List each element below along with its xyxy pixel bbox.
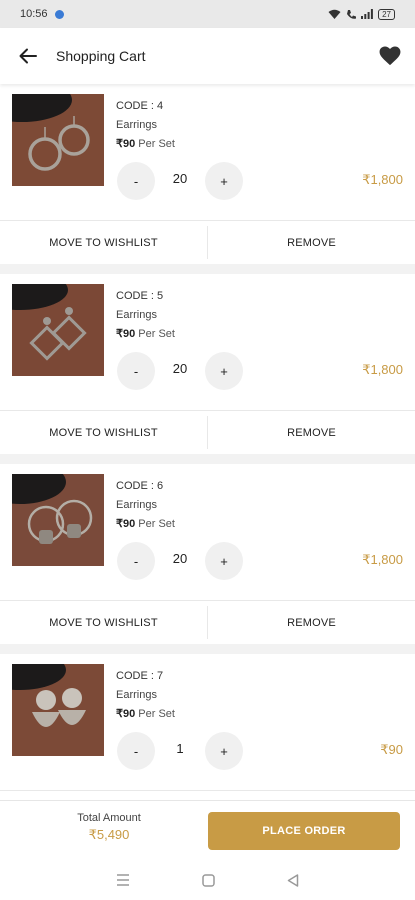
signal-icon <box>361 9 373 19</box>
line-total: ₹90 <box>380 742 403 757</box>
cart-item: CODE : 5 Earrings ₹90 Per Set - 20 + ₹1,… <box>0 274 415 454</box>
product-category: Earrings <box>116 309 157 321</box>
status-time: 10:56 <box>20 8 48 20</box>
decrease-quantity-button[interactable]: - <box>117 352 155 390</box>
status-icons: 27 <box>328 8 395 20</box>
decrease-quantity-button[interactable]: - <box>117 162 155 200</box>
move-to-wishlist-button[interactable]: MOVE TO WISHLIST <box>0 601 207 644</box>
home-icon[interactable] <box>202 873 215 887</box>
unit-price-line: ₹90 Per Set <box>116 137 175 150</box>
remove-button[interactable]: REMOVE <box>208 411 415 454</box>
unit-price-line: ₹90 Per Set <box>116 327 175 340</box>
decrease-quantity-button[interactable]: - <box>117 542 155 580</box>
per-set-label: Per Set <box>138 708 175 720</box>
product-category: Earrings <box>116 689 157 701</box>
wifi-icon <box>328 9 341 19</box>
per-set-label: Per Set <box>138 138 175 150</box>
divider <box>0 790 415 791</box>
call-icon <box>347 9 357 19</box>
increase-quantity-button[interactable]: + <box>205 732 243 770</box>
unit-price: ₹90 <box>116 518 136 530</box>
app-bar: Shopping Cart <box>0 28 415 84</box>
menu-icon[interactable] <box>116 874 130 886</box>
product-code: CODE : 4 <box>116 100 164 112</box>
place-order-button[interactable]: PLACE ORDER <box>208 812 400 850</box>
move-to-wishlist-button[interactable]: MOVE TO WISHLIST <box>0 411 207 454</box>
quantity-value: 20 <box>172 171 188 186</box>
decrease-quantity-button[interactable]: - <box>117 732 155 770</box>
cart-item: CODE : 4 Earrings ₹90 Per Set - 20 + ₹1,… <box>0 84 415 264</box>
system-nav-bar <box>0 860 415 900</box>
product-image[interactable] <box>12 664 104 756</box>
checkout-footer: Total Amount ₹5,490 PLACE ORDER <box>0 800 415 860</box>
status-bar: 10:56 27 <box>0 0 415 28</box>
battery-icon: 27 <box>378 8 395 20</box>
cart-item: CODE : 6 Earrings ₹90 Per Set - 20 + ₹1,… <box>0 464 415 644</box>
product-image[interactable] <box>12 94 104 186</box>
page-title: Shopping Cart <box>56 48 146 64</box>
cart-list[interactable]: CODE : 4 Earrings ₹90 Per Set - 20 + ₹1,… <box>0 84 415 800</box>
product-category: Earrings <box>116 499 157 511</box>
back-triangle-icon[interactable] <box>287 873 299 887</box>
remove-button[interactable]: REMOVE <box>208 601 415 644</box>
unit-price: ₹90 <box>116 708 136 720</box>
remove-button[interactable]: REMOVE <box>208 221 415 264</box>
quantity-value: 20 <box>172 361 188 376</box>
product-image[interactable] <box>12 284 104 376</box>
product-code: CODE : 6 <box>116 480 164 492</box>
product-code: CODE : 7 <box>116 670 164 682</box>
per-set-label: Per Set <box>138 518 175 530</box>
total-amount-label: Total Amount <box>77 812 141 824</box>
increase-quantity-button[interactable]: + <box>205 352 243 390</box>
cart-item: CODE : 7 Earrings ₹90 Per Set - 1 + ₹90 <box>0 654 415 800</box>
increase-quantity-button[interactable]: + <box>205 542 243 580</box>
back-button[interactable] <box>0 28 56 84</box>
move-to-wishlist-button[interactable]: MOVE TO WISHLIST <box>0 221 207 264</box>
unit-price: ₹90 <box>116 138 136 150</box>
per-set-label: Per Set <box>138 328 175 340</box>
increase-quantity-button[interactable]: + <box>205 162 243 200</box>
line-total: ₹1,800 <box>362 172 403 187</box>
quantity-value: 1 <box>176 741 184 756</box>
line-total: ₹1,800 <box>362 552 403 567</box>
product-category: Earrings <box>116 119 157 131</box>
total-amount-value: ₹5,490 <box>88 827 130 842</box>
unit-price-line: ₹90 Per Set <box>116 707 175 720</box>
unit-price: ₹90 <box>116 328 136 340</box>
wishlist-button[interactable] <box>365 28 415 84</box>
product-code: CODE : 5 <box>116 290 164 302</box>
quantity-value: 20 <box>172 551 188 566</box>
back-arrow-icon <box>19 48 37 64</box>
line-total: ₹1,800 <box>362 362 403 377</box>
notification-gear-icon <box>54 9 64 19</box>
heart-icon <box>379 46 401 66</box>
unit-price-line: ₹90 Per Set <box>116 517 175 530</box>
product-image[interactable] <box>12 474 104 566</box>
